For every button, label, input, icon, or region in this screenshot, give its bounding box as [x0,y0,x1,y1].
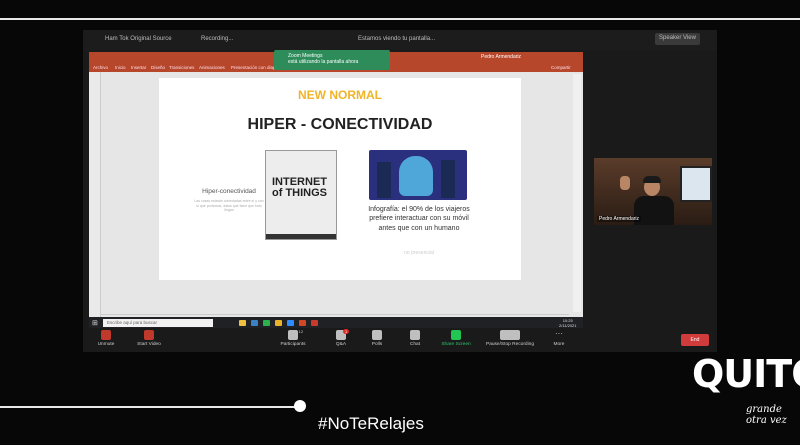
taskbar-search-input[interactable]: Escribe aquí para buscar [103,319,213,327]
chat-button[interactable]: Chat [405,330,425,347]
ribbon-tab-transitions[interactable]: Transiciones [169,65,194,70]
slide-right-faint: no presencial [404,250,434,256]
robot-infographic-image [369,150,467,200]
zoom-tab-2[interactable]: Recording... [201,36,233,42]
polls-icon [372,330,382,340]
powerpoint-icon[interactable] [299,320,306,326]
qa-label: Q&A [335,342,347,347]
ppt-scrollbar[interactable] [573,74,581,312]
taskbar-clock: 10:25 2/11/2021 [559,318,577,328]
participant-name-label: Pedro Armendariz [597,216,642,222]
shared-screen-powerpoint: Pedro Armendariz Archivo Inicio Insertar… [89,50,583,338]
slide-title: NEW NORMAL [298,88,382,102]
person-right-shape [441,160,455,198]
pause-stop-recording-button[interactable]: Pause/Stop Recording [481,330,539,347]
ribbon-tab-design[interactable]: Diseño [151,65,165,70]
qa-badge: 1 [343,329,350,334]
slide-thumbnail-rail[interactable] [89,72,101,318]
chat-icon [410,330,420,340]
iot-book-image: INTERNET of THINGS [265,150,337,240]
participants-count: 12 [298,329,304,334]
banner-text: está utilizando la pantalla ahora [288,59,359,65]
ribbon-tab-file[interactable]: Archivo [93,65,108,70]
start-video-label: Start Video [137,342,161,347]
share-notice: Estamos viendo tu pantalla... [358,36,436,42]
participant-video-tile[interactable]: Pedro Armendariz [594,158,712,225]
polls-button[interactable]: Polls [367,330,387,347]
ribbon-tab-animations[interactable]: Animaciones [199,65,225,70]
video-person-hand [620,176,630,190]
quito-logo: QUITO grande otra vez [688,352,800,426]
polls-label: Polls [371,342,383,347]
ppt-share-button[interactable]: Compartir [551,65,571,70]
video-off-icon [144,330,154,340]
unmute-label: Unmute [97,342,115,347]
start-video-button[interactable]: Start Video [129,330,169,347]
microphone-muted-icon [101,330,111,340]
zoom-meeting-controls: Unmute Start Video 12 Participants 1 Q&A… [83,328,717,352]
participants-button[interactable]: 12 Participants [275,329,311,347]
logo-subtitle: grande otra vez [746,404,787,426]
zoom-share-banner: Zoom Meetings está utilizando la pantall… [274,50,390,70]
book-spine [266,234,336,239]
slide-left-body: Las cosas estarán conectadas entre sí y … [194,199,264,213]
hashtag-text: #NoTeRelajes [318,414,424,433]
slide-right-body: Infografía: el 90% de los viajeros prefi… [368,206,470,232]
more-icon: ··· [555,329,563,338]
ppt-user-name: Pedro Armendariz [481,54,522,60]
recording-label: Pause/Stop Recording [486,342,534,347]
ribbon-tab-insert[interactable]: Insertar [131,65,146,70]
bottom-divider-dot [294,400,306,412]
book-title: INTERNET of THINGS [272,176,327,199]
top-divider-line [0,18,800,20]
current-slide: NEW NORMAL HIPER - CONECTIVIDAD Hiper-co… [159,78,521,280]
participants-label: Participants [280,342,306,347]
zoom-tab-1[interactable]: Ham Tok Original Source [105,36,172,42]
store-icon[interactable] [251,320,258,326]
end-meeting-button[interactable]: End [681,334,709,346]
share-screen-label: Share Screen [441,342,471,347]
unmute-button[interactable]: Unmute [91,330,121,347]
more-button[interactable]: ··· More [549,329,569,348]
slide-left-label: Hiper-conectividad [202,188,256,195]
share-screen-icon [451,330,461,340]
speaker-view-button[interactable]: Speaker View [655,33,700,45]
bottom-divider-line [0,406,300,408]
zoom-title-bar: Ham Tok Original Source Recording... Est… [83,30,717,50]
chrome-icon[interactable] [275,320,282,326]
video-monitor-shape [680,166,712,202]
broadcast-frame: Ham Tok Original Source Recording... Est… [0,0,800,445]
pause-stop-icon [500,330,520,340]
ribbon-tab-home[interactable]: Inicio [115,65,126,70]
zoom-window: Ham Tok Original Source Recording... Est… [83,30,717,352]
file-explorer-icon[interactable] [239,320,246,326]
more-label: More [553,342,565,347]
app-icon-red[interactable] [311,320,318,326]
person-left-shape [377,162,391,198]
qa-button[interactable]: 1 Q&A [331,329,351,347]
robot-shape [399,156,433,196]
zoom-app-icon[interactable] [287,320,294,326]
chat-label: Chat [409,342,421,347]
slide-heading: HIPER - CONECTIVIDAD [247,116,433,133]
logo-word: QUITO [692,352,800,396]
video-person-hair [643,176,661,183]
share-screen-button[interactable]: Share Screen [437,330,475,347]
speaker-view-label: Speaker View [659,35,696,41]
windows-start-icon[interactable]: ⊞ [92,319,98,327]
app-icon[interactable] [263,320,270,326]
